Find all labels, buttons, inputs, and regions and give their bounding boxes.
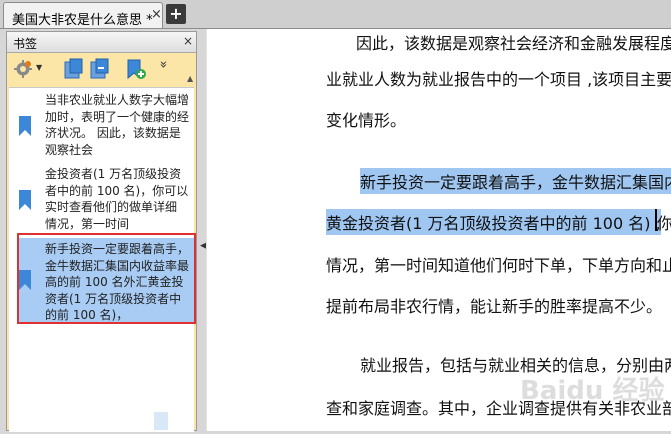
doc-line: 因此，该数据是观察社会经济和金融发展程度 [356,34,671,53]
bookmark-toolbar: ▼ » ▲ [7,53,196,85]
expand-icon[interactable]: » [155,61,170,69]
bookmark-copy-icon[interactable] [89,58,111,84]
doc-line: 提前布局非农行情，能让新手的胜率提高不少。 [326,297,663,316]
bookmark-label: 金投资者(1 万名顶级投资者中的前 100 名)，你可以实时查看他们的做单详细 … [45,167,189,231]
doc-line: 情况，第一时间知道他们何时下单，下单方向和止 [326,256,671,275]
doc-line: 变化情形。 [326,111,407,130]
tab-document[interactable]: 美国大非农是什么意思 * × [3,2,163,28]
collapse-arrow-icon[interactable]: ▲ [187,74,193,83]
pane-close-button[interactable]: × [183,34,193,48]
pane-header: 书签 × [7,32,196,53]
bookmark-icon [19,116,31,136]
bookmark-icon [150,410,172,430]
new-bookmark-icon[interactable] [125,58,147,84]
bookmark-pane: 书签 × ▼ » ▲ 当非农业就业人数字大幅增加时，表明了一个健康的经济状况。 … [6,31,197,432]
watermark: Baidu 经验 [520,376,665,406]
doc-line: 业就业人数为就业报告中的一个项目 ,该项目主要 [326,70,671,89]
selection-outline [17,233,196,324]
bookmark-icon [19,190,31,210]
pane-splitter[interactable] [198,29,206,431]
add-bookmark-icon[interactable] [63,58,85,84]
tab-title: 美国大非农是什么意思 * [12,13,153,28]
doc-line-highlighted: 黄金投资者(1 万名顶级投资者中的前 100 名) , [326,209,661,235]
tab-close-button[interactable]: × [151,7,162,22]
chevron-down-icon[interactable]: ▼ [36,63,42,72]
doc-line-highlighted: 新手投资一定要跟着高手，金牛数据汇集国内 [360,168,671,194]
new-tab-button[interactable]: + [166,4,186,24]
tab-bar: 美国大非农是什么意思 * × + [0,0,671,29]
bookmark-label: 当非农业就业人数字大幅增加时，表明了一个健康的经济状况。 因此，该数据是观察社会 [45,93,190,157]
bookmark-item[interactable]: 金投资者(1 万名顶级投资者中的前 100 名)，你可以实时查看他们的做单详细 … [9,164,194,236]
doc-line: 你 [657,214,671,233]
text-cursor [655,209,657,231]
pane-title: 书签 [13,37,38,51]
gear-icon[interactable] [13,59,33,83]
bookmark-item[interactable]: 当非农业就业人数字大幅增加时，表明了一个健康的经济状况。 因此，该数据是观察社会 [9,90,194,162]
